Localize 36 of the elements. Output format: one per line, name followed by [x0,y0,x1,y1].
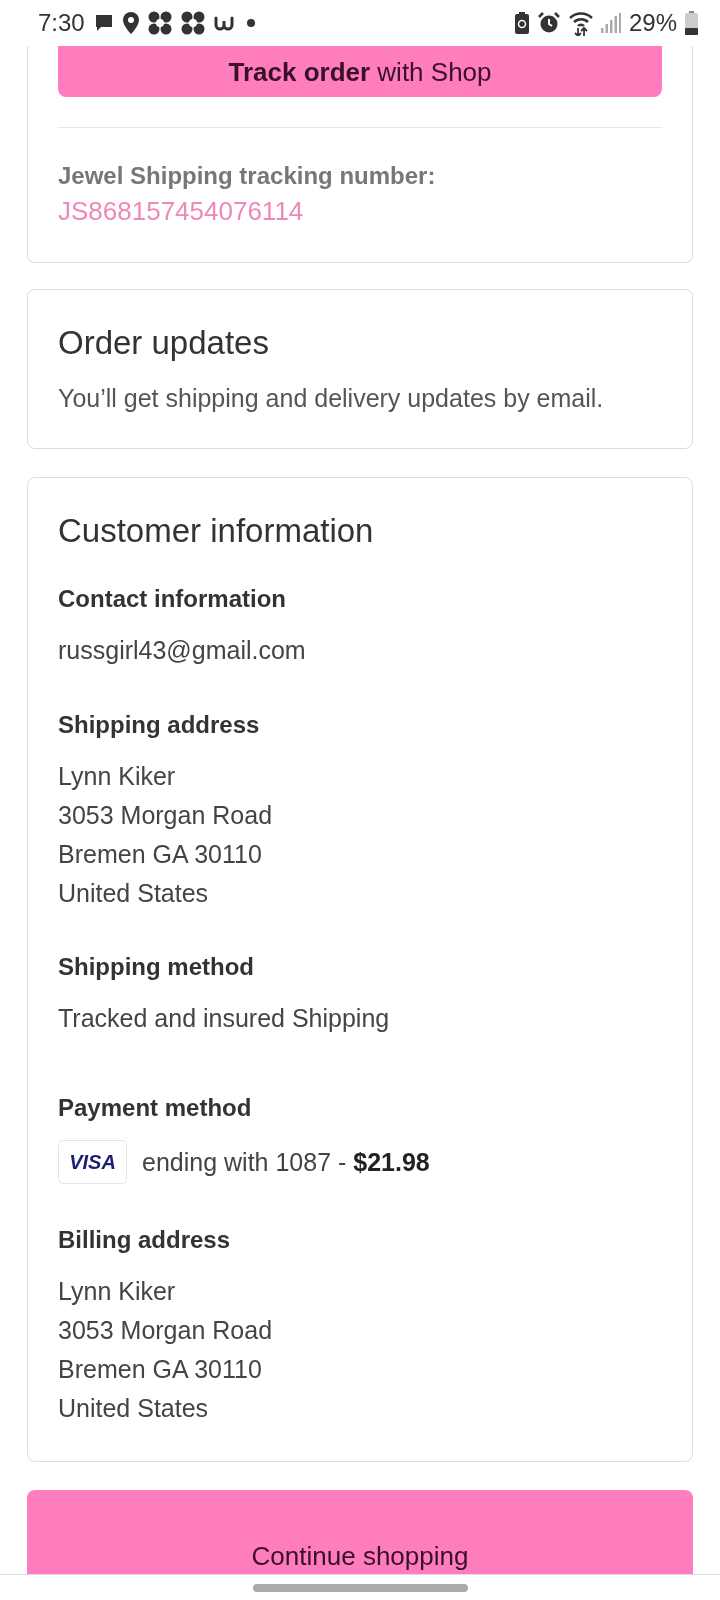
battery-icon [685,11,698,35]
address-line: United States [58,878,210,909]
section-heading: Billing address [58,1225,232,1255]
address-line: Tracked and insured Shipping [58,1003,391,1034]
tracking-label: Jewel Shipping tracking number: [58,161,437,191]
address-line: United States [58,1393,210,1424]
location-pin-icon [122,12,139,34]
clock-time: 7:30 [38,9,85,37]
section-heading: Shipping method [58,952,255,982]
order-updates-text: You’ll get shipping and delivery updates by email. [58,383,605,414]
address-line: Lynn Kiker [58,761,177,792]
alarm-icon [536,11,561,35]
address-line: russgirl43@gmail.com [58,635,307,666]
address-line: Bremen GA 30110 [58,1354,263,1385]
address-line: Lynn Kiker [58,1276,177,1307]
home-handle[interactable] [252,1584,468,1592]
battery-saver-icon [514,12,529,34]
section-heading: Shipping address [58,710,261,740]
app-icon [147,11,172,35]
address-line: 3053 Morgan Road [58,800,274,831]
section-heading: Payment method [58,1093,253,1123]
battery-percentage: 29% [628,9,677,37]
message-icon [93,13,114,33]
wifi-icon [568,10,593,36]
track-order-button[interactable]: Track order with Shop [58,46,662,97]
address-line: 3053 Morgan Road [58,1315,274,1346]
notification-dot-icon [246,19,255,27]
payment-details: ending with 1087 - $21.98 [142,1147,430,1177]
address-line: Bremen GA 30110 [58,839,263,870]
card-title: Order updates [58,323,270,363]
continue-shopping-button[interactable]: Continue shopping [27,1490,693,1574]
section-heading: Contact information [58,584,287,614]
card-title: Customer information [58,511,375,551]
app-icon [180,11,205,35]
visa-card-logo: VISA [58,1140,127,1184]
signal-icon [600,13,621,33]
